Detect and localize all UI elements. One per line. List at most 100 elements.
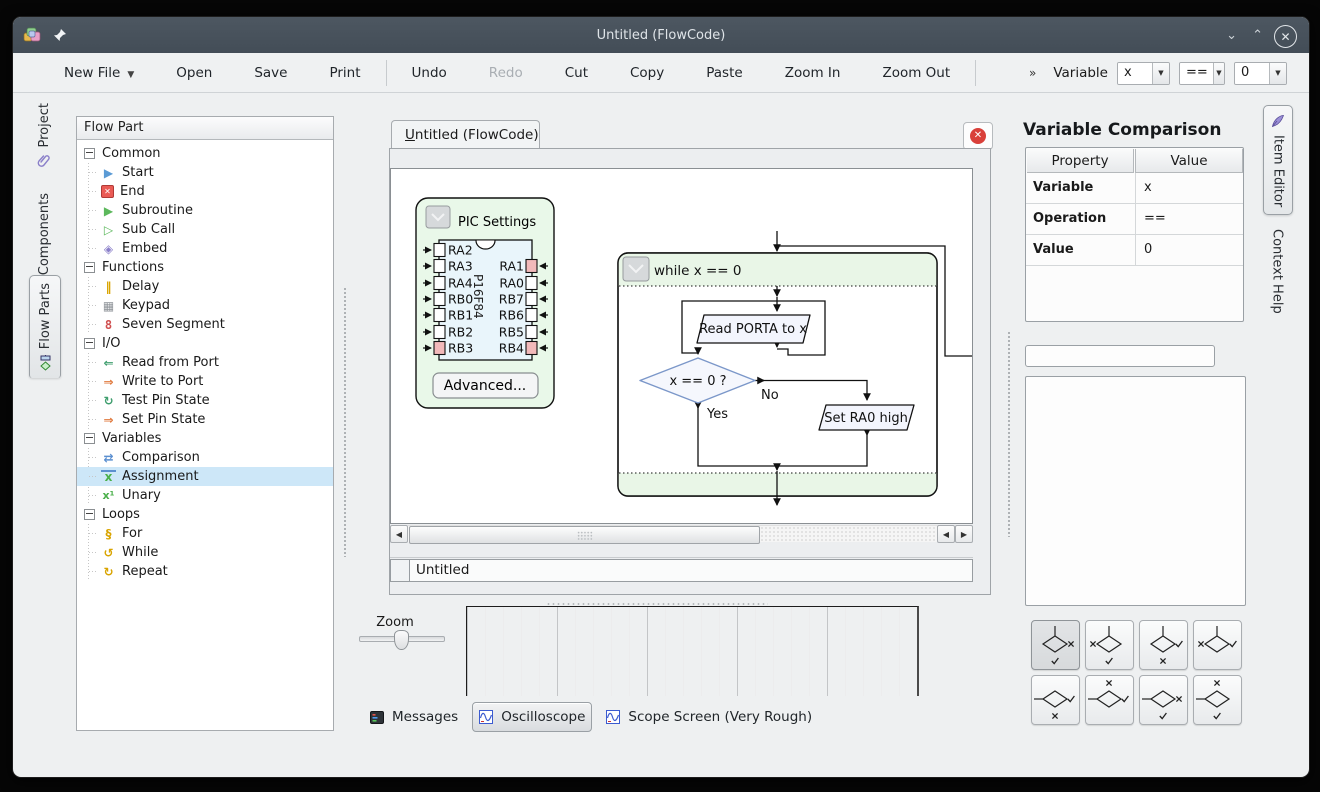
tree-item-seven-segment[interactable]: 8Seven Segment [77, 315, 333, 334]
sidebar-tab-flow-parts[interactable]: Flow Parts [29, 275, 61, 378]
branch-layout-button-7[interactable] [1139, 675, 1188, 725]
pin-rb4[interactable] [526, 342, 537, 355]
tree-item-keypad[interactable]: ▦Keypad [77, 296, 333, 315]
pin-rb0[interactable] [434, 293, 445, 306]
flowchart-name-field[interactable]: Untitled [410, 559, 973, 582]
bottom-tab-oscilloscope[interactable]: Oscilloscope [472, 702, 592, 732]
tree-item-while[interactable]: ↺While [77, 543, 333, 562]
property-value[interactable]: 0 [1136, 235, 1243, 265]
document-tab[interactable]: Untitled (FlowCode) [391, 120, 540, 149]
scroll-right-button[interactable]: ▶ [955, 525, 973, 543]
read-porta-icon[interactable]: Read PORTA to x [697, 315, 810, 343]
close-button[interactable]: ✕ [1274, 25, 1297, 48]
tree-item-embed[interactable]: ◈Embed [77, 239, 333, 258]
maximize-button[interactable]: ⌃ [1252, 17, 1263, 53]
branch-layout-button-3[interactable] [1139, 620, 1188, 670]
tree-item-assignment[interactable]: xAssignment [77, 467, 333, 486]
tree-item-for[interactable]: §For [77, 524, 333, 543]
scroll-left-button-2[interactable]: ◀ [937, 525, 955, 543]
tree-item-unary[interactable]: x¹Unary [77, 486, 333, 505]
pin-ra4[interactable] [434, 277, 445, 290]
toolbar-button-print[interactable]: Print [308, 65, 381, 81]
chevron-down-icon[interactable]: ▼ [1213, 63, 1224, 84]
chevron-down-icon[interactable]: ▼ [1269, 63, 1286, 84]
tree-item-comparison[interactable]: ⇄Comparison [77, 448, 333, 467]
pin-rb2[interactable] [434, 326, 445, 339]
tree-item-set-pin-state[interactable]: ⇒Set Pin State [77, 410, 333, 429]
branch-layout-button-2[interactable] [1085, 620, 1134, 670]
tree-item-delay[interactable]: ‖Delay [77, 277, 333, 296]
toolbar-button-new-file[interactable]: New File▼ [43, 65, 155, 81]
horizontal-scrollbar[interactable]: ◀ ◀ ▶ [390, 525, 973, 542]
pin-ra1[interactable] [526, 260, 537, 273]
toolbar-button-zoom-out[interactable]: Zoom Out [861, 65, 971, 81]
pin-rb1[interactable] [434, 309, 445, 322]
tree-item-test-pin-state[interactable]: ↻Test Pin State [77, 391, 333, 410]
while-collapse-button[interactable] [623, 257, 649, 281]
item-editor-input[interactable] [1025, 345, 1215, 367]
tree-item-start[interactable]: ▶Start [77, 163, 333, 182]
tree-item-subroutine[interactable]: ▶Subroutine [77, 201, 333, 220]
branch-layout-button-5[interactable] [1031, 675, 1080, 725]
collapse-expander-icon[interactable] [84, 338, 95, 349]
sidebar-tab-project[interactable]: Project [27, 103, 61, 168]
property-value[interactable]: x [1136, 173, 1243, 203]
zoom-slider-handle[interactable] [394, 630, 409, 650]
tree-group-io[interactable]: I/O [77, 334, 333, 353]
bottom-tab-messages[interactable]: Messages [364, 709, 464, 725]
collapse-expander-icon[interactable] [84, 433, 95, 444]
property-row-variable[interactable]: Variablex [1026, 173, 1243, 204]
toolbar-button-open[interactable]: Open [155, 65, 233, 81]
set-ra0-icon[interactable]: Set RA0 high [819, 405, 914, 430]
tree-group-functions[interactable]: Functions [77, 258, 333, 277]
toolbar-button-zoom-in[interactable]: Zoom In [764, 65, 862, 81]
branch-layout-button-1[interactable] [1031, 620, 1080, 670]
name-checkbox[interactable] [390, 559, 410, 582]
toolbar-button-undo[interactable]: Undo [391, 65, 468, 81]
toolbar-overflow-chevron[interactable]: » [1029, 66, 1036, 80]
pin-rb3[interactable] [434, 342, 445, 355]
toolbar-button-save[interactable]: Save [233, 65, 308, 81]
value-combobox[interactable]: 0 ▼ [1234, 62, 1287, 85]
pin-ra0[interactable] [526, 277, 537, 290]
scroll-left-button[interactable]: ◀ [390, 525, 408, 543]
tree-group-variables[interactable]: Variables [77, 429, 333, 448]
pin-rb5[interactable] [526, 326, 537, 339]
property-value[interactable]: == [1136, 204, 1243, 234]
right-tab-context-help[interactable]: Context Help [1263, 229, 1291, 314]
flowchart-canvas[interactable]: PIC Settings P16F84 RA2RA3RA4RB0RB1RB2RB… [390, 168, 973, 524]
scrollbar-thumb[interactable] [409, 526, 760, 544]
variable-combobox[interactable]: x ▼ [1117, 62, 1170, 85]
tree-group-loops[interactable]: Loops [77, 505, 333, 524]
close-document-button[interactable]: ✕ [963, 122, 993, 150]
branch-layout-button-4[interactable] [1193, 620, 1242, 670]
value-column-header[interactable]: Value [1135, 149, 1243, 173]
branch-layout-button-8[interactable] [1193, 675, 1242, 725]
operation-combobox[interactable]: == ▼ [1179, 62, 1225, 85]
toolbar-button-paste[interactable]: Paste [685, 65, 763, 81]
pic-collapse-button[interactable] [426, 206, 450, 228]
tree-item-end[interactable]: ✕End [77, 182, 333, 201]
pin-rb7[interactable] [526, 293, 537, 306]
minimize-button[interactable]: ⌄ [1226, 17, 1237, 53]
toolbar-button-copy[interactable]: Copy [609, 65, 685, 81]
property-column-header[interactable]: Property [1027, 149, 1134, 173]
tree-item-write-to-port[interactable]: ⇒Write to Port [77, 372, 333, 391]
toolbar-button-cut[interactable]: Cut [544, 65, 609, 81]
collapse-expander-icon[interactable] [84, 148, 95, 159]
left-splitter-handle[interactable] [343, 287, 347, 557]
property-row-operation[interactable]: Operation== [1026, 204, 1243, 235]
tree-item-read-from-port[interactable]: ⇐Read from Port [77, 353, 333, 372]
tree-group-common[interactable]: Common [77, 144, 333, 163]
pin-ra3[interactable] [434, 260, 445, 273]
collapse-expander-icon[interactable] [84, 509, 95, 520]
tree-item-sub-call[interactable]: ▷Sub Call [77, 220, 333, 239]
branch-layout-button-6[interactable] [1085, 675, 1134, 725]
pin-ra2[interactable] [434, 244, 445, 257]
pin-rb6[interactable] [526, 309, 537, 322]
scrollbar-track[interactable] [408, 525, 937, 542]
tree-item-repeat[interactable]: ↻Repeat [77, 562, 333, 581]
collapse-expander-icon[interactable] [84, 262, 95, 273]
item-editor-listbox[interactable] [1025, 376, 1246, 606]
chevron-down-icon[interactable]: ▼ [1152, 63, 1169, 84]
